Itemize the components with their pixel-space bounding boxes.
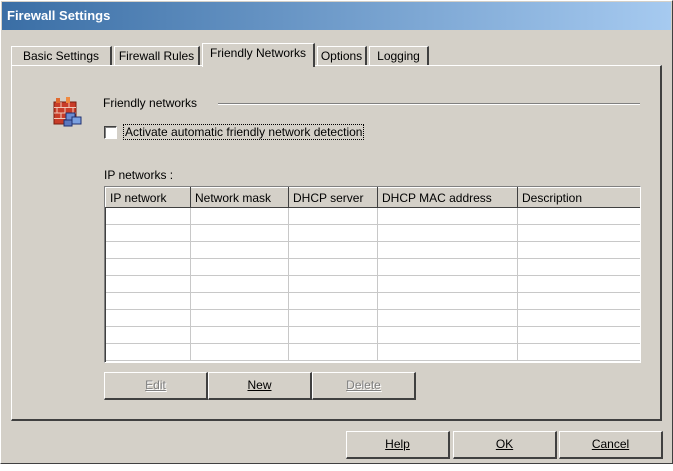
table-cell[interactable]: [105, 343, 191, 361]
table-cell[interactable]: [517, 258, 640, 276]
tab-basic-settings[interactable]: Basic Settings: [11, 46, 112, 66]
table-cell[interactable]: [517, 343, 640, 361]
table-cell[interactable]: [517, 275, 640, 293]
table-cell[interactable]: [190, 275, 289, 293]
help-button-label: Help: [385, 437, 410, 451]
ok-button-label: OK: [495, 437, 514, 451]
tab-logging[interactable]: Logging: [369, 46, 429, 66]
ip-networks-label: IP networks :: [104, 168, 174, 182]
table-cell[interactable]: [190, 258, 289, 276]
table-cell[interactable]: [377, 207, 518, 225]
column-header-dhcp-server[interactable]: DHCP server: [288, 187, 378, 208]
table-row[interactable]: [105, 207, 640, 225]
window-title: Firewall Settings: [2, 2, 671, 30]
table-cell[interactable]: [377, 292, 518, 310]
table-cell[interactable]: [105, 258, 191, 276]
table-cell[interactable]: [190, 326, 289, 344]
table-cell[interactable]: [377, 224, 518, 242]
table-cell[interactable]: [517, 292, 640, 310]
table-cell[interactable]: [105, 309, 191, 327]
table-cell[interactable]: [190, 292, 289, 310]
firewall-brick-network-icon: [53, 97, 82, 127]
table-cell[interactable]: [288, 292, 378, 310]
tab-firewall-rules[interactable]: Firewall Rules: [114, 46, 200, 66]
table-cell[interactable]: [190, 309, 289, 327]
table-cell[interactable]: [105, 292, 191, 310]
table-cell[interactable]: [288, 207, 378, 225]
table-cell[interactable]: [190, 207, 289, 225]
firewall-settings-window: Firewall Settings Basic Settings Firewal…: [0, 0, 673, 464]
table-cell[interactable]: [377, 241, 518, 259]
table-row[interactable]: [105, 224, 640, 242]
table-cell[interactable]: [288, 258, 378, 276]
table-header-row: IP network Network mask DHCP server DHCP…: [105, 187, 640, 208]
table-cell[interactable]: [377, 258, 518, 276]
table-cell[interactable]: [105, 326, 191, 344]
delete-button[interactable]: Delete: [312, 372, 416, 400]
table-cell[interactable]: [377, 343, 518, 361]
table-row[interactable]: [105, 309, 640, 327]
edit-button[interactable]: Edit: [104, 372, 208, 400]
table-row[interactable]: [105, 343, 640, 361]
table-cell[interactable]: [105, 241, 191, 259]
table-row[interactable]: [105, 292, 640, 310]
table-cell[interactable]: [105, 207, 191, 225]
table-row[interactable]: [105, 258, 640, 276]
table-row[interactable]: [105, 241, 640, 259]
help-button[interactable]: Help: [346, 431, 450, 459]
table-cell[interactable]: [190, 224, 289, 242]
new-button-label: New: [247, 378, 272, 392]
auto-detect-checkbox[interactable]: [104, 126, 117, 139]
table-cell[interactable]: [288, 241, 378, 259]
delete-button-label: Delete: [346, 378, 381, 392]
column-header-dhcp-mac-address[interactable]: DHCP MAC address: [377, 187, 518, 208]
ok-button[interactable]: OK: [453, 431, 557, 459]
table-cell[interactable]: [105, 224, 191, 242]
tab-options[interactable]: Options: [317, 46, 367, 66]
table-cell[interactable]: [377, 275, 518, 293]
table-cell[interactable]: [517, 309, 640, 327]
column-header-network-mask[interactable]: Network mask: [190, 187, 289, 208]
table-cell[interactable]: [517, 224, 640, 242]
friendly-networks-panel: Friendly networks Activate automatic fri…: [11, 65, 662, 421]
table-cell[interactable]: [288, 224, 378, 242]
section-divider: [218, 103, 640, 105]
table-cell[interactable]: [105, 275, 191, 293]
cancel-button[interactable]: Cancel: [559, 431, 663, 459]
table-cell[interactable]: [377, 326, 518, 344]
auto-detect-checkbox-label[interactable]: Activate automatic friendly network dete…: [123, 124, 365, 140]
column-header-ip-network[interactable]: IP network: [105, 187, 191, 208]
table-cell[interactable]: [288, 309, 378, 327]
ip-networks-table[interactable]: IP network Network mask DHCP server DHCP…: [104, 186, 641, 363]
table-row[interactable]: [105, 275, 640, 293]
table-cell[interactable]: [190, 241, 289, 259]
table-cell[interactable]: [517, 207, 640, 225]
table-cell[interactable]: [288, 326, 378, 344]
edit-button-label: Edit: [145, 378, 166, 392]
table-cell[interactable]: [288, 343, 378, 361]
table-row[interactable]: [105, 326, 640, 344]
table-cell[interactable]: [377, 309, 518, 327]
table-cell[interactable]: [517, 326, 640, 344]
friendly-networks-heading: Friendly networks: [103, 96, 198, 110]
column-header-description[interactable]: Description: [517, 187, 640, 208]
table-cell[interactable]: [288, 275, 378, 293]
table-cell[interactable]: [190, 343, 289, 361]
new-button[interactable]: New: [208, 372, 312, 400]
table-cell[interactable]: [517, 241, 640, 259]
cancel-button-label: Cancel: [591, 437, 630, 451]
tab-friendly-networks[interactable]: Friendly Networks: [202, 43, 315, 67]
